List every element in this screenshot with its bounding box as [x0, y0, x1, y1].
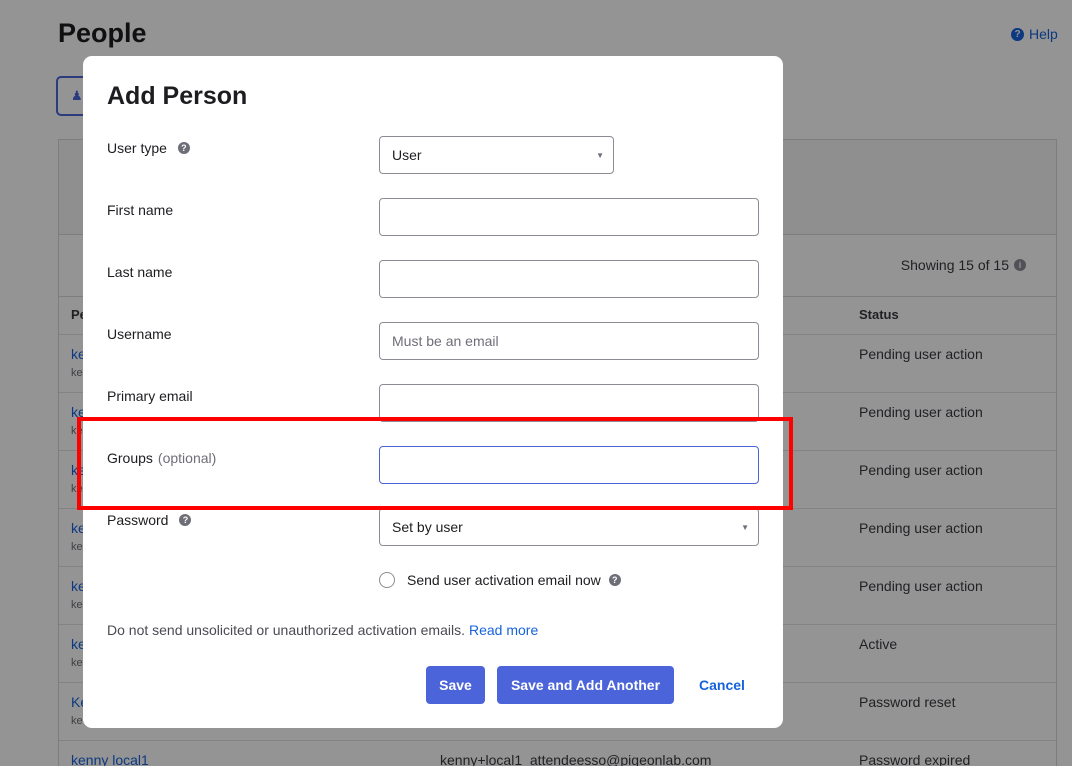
chevron-down-icon: ▼: [741, 523, 749, 532]
add-person-dialog: Add Person User type ? User ▼ First name…: [83, 56, 783, 728]
user-type-label: User type ?: [107, 140, 190, 156]
username-label: Username: [107, 326, 172, 342]
password-select[interactable]: Set by user ▼: [379, 508, 759, 546]
last-name-label: Last name: [107, 264, 173, 280]
save-button[interactable]: Save: [426, 666, 485, 704]
user-type-select[interactable]: User ▼: [379, 136, 614, 174]
first-name-field[interactable]: [379, 198, 759, 236]
chevron-down-icon: ▼: [596, 151, 604, 160]
activation-email-checkbox[interactable]: [379, 572, 395, 588]
user-type-label-text: User type: [107, 140, 167, 156]
highlight-box: [77, 417, 793, 510]
notice-text: Do not send unsolicited or unauthorized …: [107, 622, 465, 638]
user-type-value: User: [392, 147, 422, 163]
help-icon[interactable]: ?: [179, 514, 192, 526]
password-label: Password ?: [107, 512, 192, 528]
cancel-button[interactable]: Cancel: [686, 666, 758, 704]
password-label-text: Password: [107, 512, 169, 528]
help-icon[interactable]: ?: [177, 142, 190, 154]
last-name-field[interactable]: [379, 260, 759, 298]
activation-email-label: Send user activation email now: [407, 572, 601, 588]
username-field[interactable]: [379, 322, 759, 360]
primary-email-label: Primary email: [107, 388, 193, 404]
password-value: Set by user: [392, 519, 463, 535]
dialog-title: Add Person: [107, 82, 248, 110]
save-and-add-another-button[interactable]: Save and Add Another: [497, 666, 674, 704]
first-name-label: First name: [107, 202, 174, 218]
read-more-link[interactable]: Read more: [469, 622, 538, 638]
help-icon[interactable]: ?: [608, 574, 621, 586]
activation-notice: Do not send unsolicited or unauthorized …: [107, 622, 538, 638]
activation-email-option: Send user activation email now ?: [379, 572, 621, 588]
